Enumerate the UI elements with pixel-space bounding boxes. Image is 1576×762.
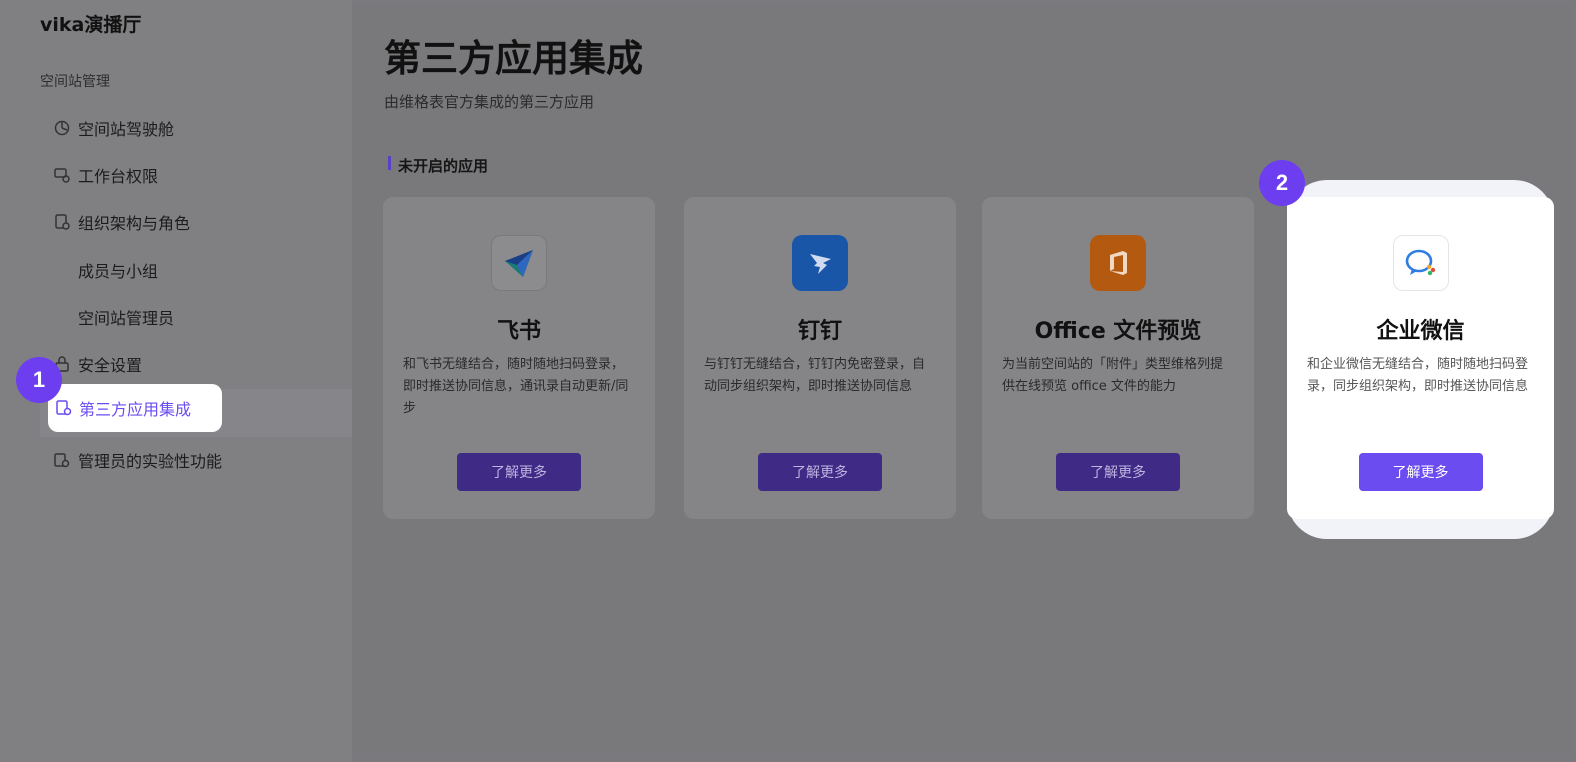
sidebar-item-org[interactable]: 组织架构与角色 — [52, 207, 190, 237]
sidebar-item-dashboard[interactable]: 空间站驾驶舱 — [52, 113, 174, 143]
card-description: 为当前空间站的「附件」类型维格列提供在线预览 office 文件的能力 — [1002, 357, 1224, 394]
sidebar-item-admins[interactable]: 空间站管理员 — [78, 302, 174, 332]
app-card-dingtalk: 钉钉 与钉钉无缝结合，钉钉内免密登录，自动同步组织架构，即时推送协同信息 了解更… — [684, 197, 956, 519]
page-subtitle: 由维格表官方集成的第三方应用 — [384, 93, 595, 111]
integration-icon — [54, 398, 74, 418]
dashboard-icon — [52, 118, 72, 138]
callout-badge-1: 1 — [16, 357, 62, 403]
sidebar-item-label: 工作台权限 — [78, 167, 159, 186]
space-name[interactable]: vika演播厅 — [40, 10, 141, 37]
sidebar-item-label: 第三方应用集成 — [79, 400, 192, 419]
app-card-wecom: 企业微信 和企业微信无缝结合，随时随地扫码登录，同步组织架构，即时推送协同信息 … — [1287, 197, 1554, 519]
sidebar-item-label: 成员与小组 — [78, 262, 159, 281]
sidebar-item-labs[interactable]: 管理员的实验性功能 — [52, 445, 222, 475]
feishu-icon — [491, 235, 547, 291]
wecom-icon — [1392, 235, 1449, 291]
learn-more-button[interactable]: 了解更多 — [1358, 453, 1483, 491]
card-title: Office 文件预览 — [1034, 319, 1202, 344]
learn-more-button[interactable]: 了解更多 — [457, 453, 581, 491]
app-card-feishu: 飞书 和飞书无缝结合，随时随地扫码登录，即时推送协同信息，通讯录自动更新/同步 … — [383, 197, 655, 519]
card-description: 与钉钉无缝结合，钉钉内免密登录，自动同步组织架构，即时推送协同信息 — [704, 357, 926, 394]
lab-icon — [52, 450, 72, 470]
office-icon — [1090, 235, 1146, 291]
card-title: 钉钉 — [797, 319, 842, 344]
org-icon — [52, 212, 72, 232]
sidebar-item-label: 安全设置 — [78, 356, 143, 375]
sidebar-section-label: 空间站管理 — [40, 74, 110, 90]
sidebar-item-integrations[interactable]: 第三方应用集成 — [48, 384, 222, 432]
page-title: 第三方应用集成 — [384, 37, 643, 80]
section-marker — [388, 156, 391, 170]
sidebar-item-label: 空间站驾驶舱 — [78, 120, 175, 139]
card-title: 企业微信 — [1376, 319, 1465, 344]
sidebar-item-label: 空间站管理员 — [78, 309, 175, 328]
card-description: 和飞书无缝结合，随时随地扫码登录，即时推送协同信息，通讯录自动更新/同步 — [403, 357, 629, 416]
sidebar-item-members[interactable]: 成员与小组 — [78, 255, 158, 285]
sidebar-item-workbench[interactable]: 工作台权限 — [52, 160, 158, 190]
sidebar-item-label: 组织架构与角色 — [78, 214, 191, 233]
callout-badge-2: 2 — [1259, 160, 1305, 206]
dingtalk-icon — [792, 235, 848, 291]
card-title: 飞书 — [496, 319, 541, 344]
sidebar-item-security[interactable]: 安全设置 — [52, 349, 142, 379]
workbench-icon — [52, 165, 72, 185]
learn-more-button[interactable]: 了解更多 — [1056, 453, 1180, 491]
card-description: 和企业微信无缝结合，随时随地扫码登录，同步组织架构，即时推送协同信息 — [1307, 357, 1529, 394]
learn-more-button[interactable]: 了解更多 — [758, 453, 882, 491]
app-card-office: Office 文件预览 为当前空间站的「附件」类型维格列提供在线预览 offic… — [982, 197, 1254, 519]
sidebar-item-label: 管理员的实验性功能 — [78, 452, 223, 471]
section-heading: 未开启的应用 — [398, 157, 489, 175]
